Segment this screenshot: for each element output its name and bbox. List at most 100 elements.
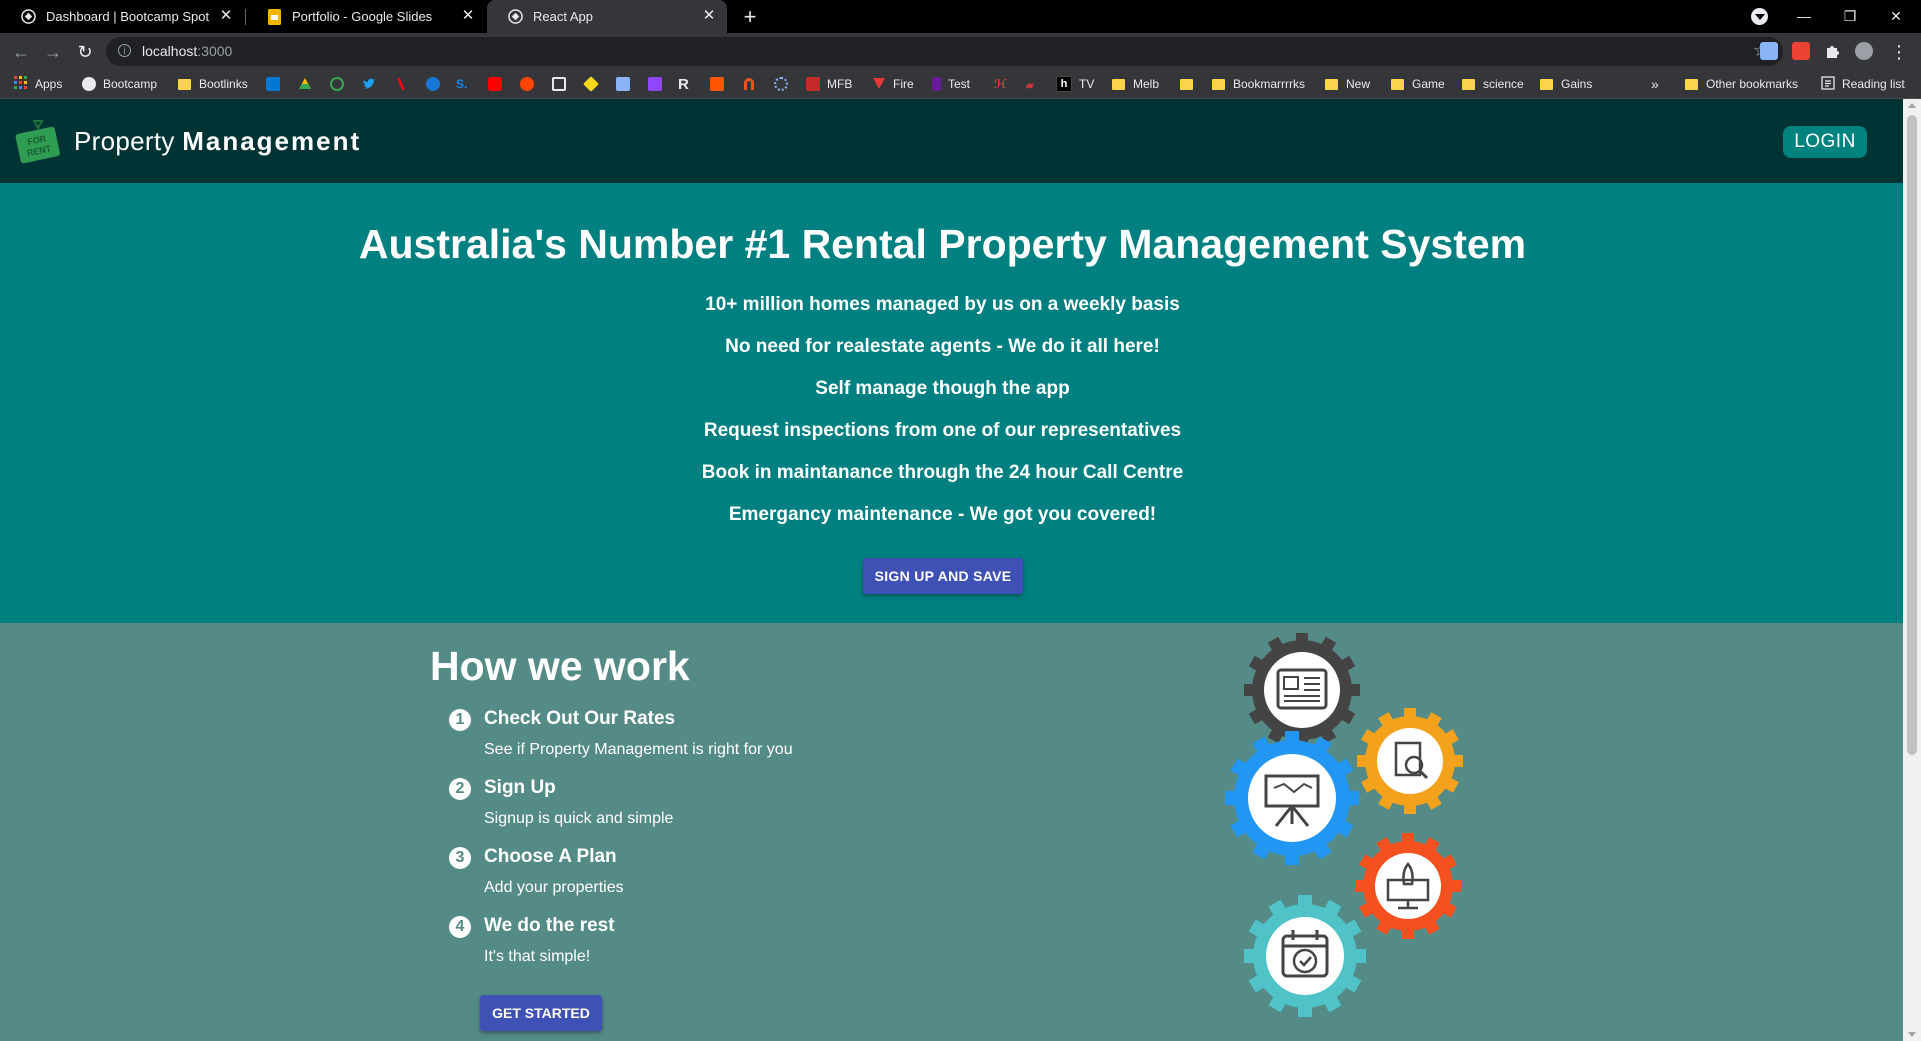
close-icon[interactable]: ✕ xyxy=(460,8,476,24)
app-bar: FOR RENT Property Management LOGIN xyxy=(0,99,1903,183)
step-title: Check Out Our Rates xyxy=(484,708,676,729)
tab-react-app[interactable]: React App ✕ xyxy=(487,0,727,33)
bookmark-apps[interactable]: Apps xyxy=(14,75,62,93)
puzzle-icon[interactable] xyxy=(1824,42,1842,60)
bookmarks-overflow-button[interactable]: » xyxy=(1651,75,1659,93)
step-description: Add your properties xyxy=(484,879,624,896)
for-rent-sign-icon[interactable]: FOR RENT xyxy=(14,118,62,164)
bookmark-gains[interactable]: Gains xyxy=(1540,75,1592,93)
atom-icon[interactable] xyxy=(774,77,788,91)
play-icon[interactable] xyxy=(426,77,440,91)
youtube-icon[interactable] xyxy=(488,77,502,91)
page-scrollbar[interactable] xyxy=(1903,99,1921,1041)
gears-illustration xyxy=(1225,633,1463,1017)
bookmark-tv[interactable]: h TV xyxy=(1056,75,1094,93)
brand-light: Property xyxy=(74,126,175,156)
twitch-icon[interactable] xyxy=(648,77,662,91)
minimize-button[interactable]: — xyxy=(1781,0,1827,33)
tab-search-icon[interactable] xyxy=(1751,8,1768,25)
close-window-button[interactable]: ✕ xyxy=(1873,0,1919,33)
extension-icon[interactable] xyxy=(1760,42,1778,60)
newspaper-icon xyxy=(1244,633,1360,748)
info-icon[interactable]: i xyxy=(118,44,131,57)
avatar[interactable] xyxy=(1855,42,1873,60)
browser-tab-bar: Dashboard | Bootcamp Spot ✕ Portfolio - … xyxy=(0,0,1921,33)
reload-button[interactable]: ↻ xyxy=(72,39,98,65)
presentation-board-icon xyxy=(1225,731,1359,865)
bookmark-science[interactable]: science xyxy=(1462,75,1524,93)
feature-line: 10+ million homes managed by us on a wee… xyxy=(705,294,1180,315)
step-title: Choose A Plan xyxy=(484,846,617,867)
extension-icon[interactable] xyxy=(1792,42,1810,60)
bookmark-melb[interactable]: Melb xyxy=(1112,75,1159,93)
tab-dashboard[interactable]: Dashboard | Bootcamp Spot ✕ xyxy=(0,0,244,33)
sign-up-and-save-button[interactable]: SIGN UP AND SAVE xyxy=(863,558,1023,594)
bookmark-label: Bootcamp xyxy=(103,77,158,91)
bookmark-bootcamp[interactable]: Bootcamp xyxy=(82,75,157,93)
get-started-button[interactable]: GET STARTED xyxy=(480,995,602,1031)
close-icon[interactable]: ✕ xyxy=(218,8,234,24)
bookmark-label: TV xyxy=(1079,77,1095,91)
bookmark-folder[interactable] xyxy=(1180,75,1201,93)
outlook-icon[interactable] xyxy=(266,77,280,91)
h-logo-icon: h xyxy=(1056,76,1072,92)
twitter-icon[interactable] xyxy=(362,77,376,91)
bookmark-label: Apps xyxy=(35,77,63,91)
section-title: How we work xyxy=(430,643,690,689)
folder-icon xyxy=(1325,78,1338,90)
folder-icon xyxy=(1391,78,1404,90)
brand-bold: Management xyxy=(182,126,362,156)
folder-icon xyxy=(1112,78,1125,90)
drive-icon[interactable] xyxy=(298,77,312,91)
bookmark-fire[interactable]: Fire xyxy=(872,75,914,93)
reading-list-button[interactable]: Reading list xyxy=(1821,75,1905,93)
restore-button[interactable]: ❐ xyxy=(1827,0,1873,33)
bookmark-mfb[interactable]: MFB xyxy=(806,75,852,93)
mfb-icon xyxy=(806,77,820,91)
url-text: localhost:3000 xyxy=(142,43,233,59)
bookmark-label: Game xyxy=(1412,77,1445,91)
scroll-up-icon[interactable] xyxy=(1908,103,1916,108)
step-title: Sign Up xyxy=(484,777,556,798)
close-icon[interactable]: ✕ xyxy=(701,8,717,24)
bookmark-new[interactable]: New xyxy=(1325,75,1370,93)
bookmark-label: Bootlinks xyxy=(199,77,248,91)
bookmark-label: Melb xyxy=(1133,77,1160,91)
hero-title: Australia's Number #1 Rental Property Ma… xyxy=(358,221,1527,267)
folder-icon xyxy=(178,78,191,90)
bookmark-test[interactable]: Test xyxy=(932,75,970,93)
magnet-icon[interactable] xyxy=(742,77,756,91)
r-icon[interactable]: R xyxy=(678,75,689,93)
tab-title: Portfolio - Google Slides xyxy=(292,9,433,24)
soundcloud-icon[interactable] xyxy=(710,77,724,91)
bookmark-other[interactable]: Other bookmarks xyxy=(1685,75,1798,93)
tab-portfolio[interactable]: Portfolio - Google Slides ✕ xyxy=(246,0,486,33)
bookmarks-bar: Apps Bootcamp Bootlinks S. R MFB Fire Te… xyxy=(0,70,1921,99)
forward-button[interactable]: → xyxy=(40,39,66,65)
fire-icon xyxy=(872,76,886,93)
u-icon[interactable]: 𝓊 xyxy=(1026,75,1033,93)
grid-icon[interactable] xyxy=(616,77,630,91)
netflix-icon[interactable] xyxy=(394,77,408,91)
tab-title: React App xyxy=(533,9,593,24)
back-button[interactable]: ← xyxy=(8,39,34,65)
bookmark-bootlinks[interactable]: Bootlinks xyxy=(178,75,248,93)
scroll-down-icon[interactable] xyxy=(1908,1032,1916,1037)
feature-line: Emergancy maintenance - We got you cover… xyxy=(728,504,1157,525)
circle-icon[interactable] xyxy=(330,77,344,91)
browser-toolbar: ← → ↻ i localhost:3000 ☆ ⋮ xyxy=(0,33,1921,70)
h-icon[interactable]: ℋ xyxy=(994,75,1007,93)
new-tab-button[interactable]: + xyxy=(737,4,763,30)
menu-icon[interactable]: ⋮ xyxy=(1886,39,1912,65)
login-button[interactable]: LOGIN xyxy=(1783,126,1867,158)
address-bar[interactable]: i localhost:3000 ☆ xyxy=(106,37,1783,66)
diamond-icon[interactable] xyxy=(583,76,599,92)
step-number-badge: 4 xyxy=(449,916,471,938)
reddit-icon[interactable] xyxy=(520,77,534,91)
bookmark-game[interactable]: Game xyxy=(1391,75,1445,93)
scrollbar-thumb[interactable] xyxy=(1907,115,1917,755)
bookmark-bookmarrrrks[interactable]: Bookmarrrrks xyxy=(1212,75,1305,93)
s-icon[interactable]: S. xyxy=(456,75,467,93)
screen-icon[interactable] xyxy=(552,77,566,91)
page-icon xyxy=(932,77,941,91)
